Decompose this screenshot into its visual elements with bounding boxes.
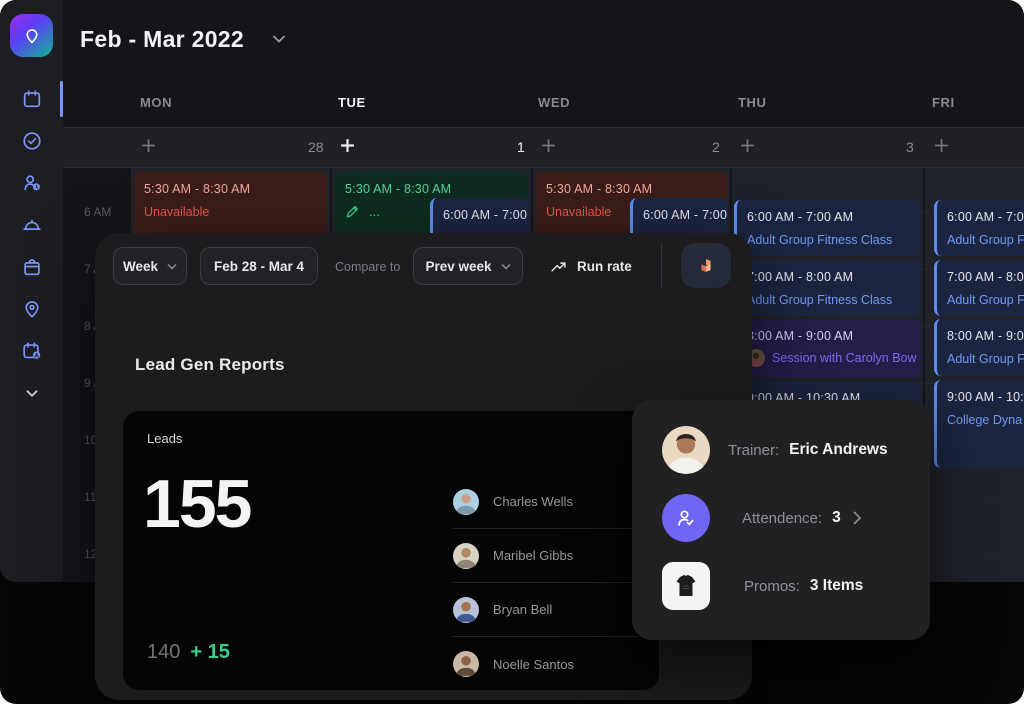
sidebar-expand-button[interactable] — [0, 372, 63, 414]
add-event-button-tue[interactable] — [340, 138, 355, 153]
list-item[interactable]: Bryan Bell — [453, 583, 638, 637]
client-clock-icon — [21, 172, 43, 194]
promos-value: 3 Items — [810, 577, 863, 595]
add-event-button-wed[interactable] — [541, 138, 556, 153]
sidebar-item-calendar[interactable] — [0, 78, 63, 120]
location-pin-icon — [21, 25, 43, 47]
add-event-button-thu[interactable] — [740, 138, 755, 153]
attendance-value: 3 — [832, 509, 841, 527]
leads-card: Leads 155 140 + 15 Charles Wells Maribel… — [123, 411, 659, 690]
day-label-fri: FRI — [932, 95, 955, 110]
day-number-thu: 3 — [906, 139, 914, 155]
day-label-mon: MON — [140, 95, 172, 110]
report-title: Lead Gen Reports — [135, 355, 285, 375]
sidebar-item-tasks[interactable] — [0, 120, 63, 162]
avatar — [453, 489, 479, 515]
calendar-icon — [21, 88, 43, 110]
service-bell-icon — [21, 214, 43, 236]
list-item[interactable]: Noelle Santos — [453, 637, 638, 691]
event-class-fri-8am[interactable]: 8:00 AM - 9:00 AM Adult Group Fitness Cl… — [934, 319, 1024, 376]
package-icon — [21, 256, 43, 278]
map-pin-icon — [21, 298, 43, 320]
promos-row[interactable]: Promos: 3 Items — [662, 562, 863, 610]
chevron-right-icon[interactable] — [853, 511, 862, 525]
day-number-wed: 2 — [712, 139, 720, 155]
leads-delta: + 15 — [190, 641, 229, 664]
attendance-label: Attendence: — [742, 510, 822, 527]
time-label: 6 AM — [84, 205, 111, 219]
add-event-button-fri[interactable] — [934, 138, 949, 153]
trainer-name: Eric Andrews — [789, 441, 888, 459]
trending-up-icon — [550, 258, 567, 275]
leads-value: 155 — [143, 465, 250, 543]
trainer-row: Trainer: Eric Andrews — [662, 426, 888, 474]
app-logo[interactable] — [10, 14, 53, 57]
blocks-icon — [695, 255, 717, 277]
period-select[interactable]: Week — [113, 247, 187, 285]
sidebar-item-clients[interactable] — [0, 162, 63, 204]
chevron-down-icon — [167, 263, 177, 270]
list-item[interactable]: Maribel Gibbs — [453, 529, 638, 583]
sidebar-item-locations[interactable] — [0, 288, 63, 330]
day-label-tue: TUE — [338, 95, 366, 110]
check-circle-icon — [21, 130, 43, 152]
user-check-icon — [674, 506, 698, 530]
page-title: Feb - Mar 2022 — [80, 26, 244, 53]
chevron-down-icon — [501, 263, 511, 270]
app-window: Feb - Mar 2022 MON TUE WED THU FRI 28 1 … — [0, 0, 1024, 704]
event-session-thu-8am[interactable]: 8:00 AM - 9:00 AM Session with Carolyn B… — [734, 319, 921, 378]
sidebar-item-services[interactable] — [0, 204, 63, 246]
event-class-thu-6am[interactable]: 6:00 AM - 7:00 AM Adult Group Fitness Cl… — [734, 200, 921, 256]
toolbar-divider — [661, 243, 662, 289]
chevron-down-icon[interactable] — [272, 34, 286, 44]
sidebar — [0, 0, 63, 582]
run-rate-toggle[interactable]: Run rate — [550, 258, 632, 275]
sidebar-item-bookings[interactable] — [0, 330, 63, 372]
avatar — [453, 651, 479, 677]
day-label-thu: THU — [738, 95, 767, 110]
compare-to-label: Compare to — [335, 260, 400, 274]
list-item[interactable]: Charles Wells — [453, 475, 638, 529]
pencil-icon — [345, 204, 360, 219]
event-class-fri-7am[interactable]: 7:00 AM - 8:00 AM Adult Group Fitness Cl… — [934, 260, 1024, 316]
leads-previous-value: 140 — [147, 641, 180, 664]
trainer-avatar — [662, 426, 710, 474]
promos-label: Promos: — [744, 578, 800, 595]
date-range-button[interactable]: Feb 28 - Mar 4 — [200, 247, 318, 285]
leads-label: Leads — [147, 431, 182, 446]
day-number-tue: 1 — [517, 139, 525, 155]
compare-period-select[interactable]: Prev week — [413, 247, 523, 285]
attendance-icon — [662, 494, 710, 542]
leads-people-list: Charles Wells Maribel Gibbs Bryan Bell N… — [453, 475, 638, 691]
calendar-user-icon — [21, 340, 43, 362]
avatar — [453, 597, 479, 623]
event-class-fri-6am[interactable]: 6:00 AM - 7:00 AM Adult Group Fitness Cl… — [934, 200, 1024, 256]
day-label-wed: WED — [538, 95, 570, 110]
promo-tshirt-image — [662, 562, 710, 610]
add-event-button-mon[interactable] — [141, 138, 156, 153]
session-details-card: Trainer: Eric Andrews Attendence: 3 Prom… — [632, 400, 930, 640]
event-class-fri-9am[interactable]: 9:00 AM - 10:30 AM College Dyna — [934, 380, 1024, 468]
report-integration-button[interactable] — [681, 243, 731, 288]
trainer-label: Trainer: — [728, 442, 779, 459]
chevron-down-icon — [21, 382, 43, 404]
event-class-thu-7am[interactable]: 7:00 AM - 8:00 AM Adult Group Fitness Cl… — [734, 260, 921, 316]
avatar — [453, 543, 479, 569]
attendance-row[interactable]: Attendence: 3 — [662, 494, 862, 542]
sidebar-item-packages[interactable] — [0, 246, 63, 288]
day-number-mon: 28 — [308, 139, 324, 155]
